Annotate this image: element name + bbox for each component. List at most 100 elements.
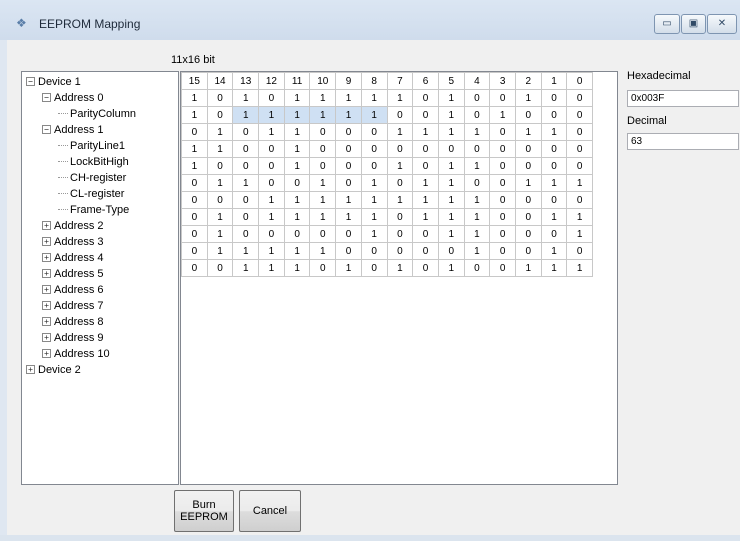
bit-cell[interactable]: 0 bbox=[309, 259, 337, 277]
bit-cell[interactable]: 0 bbox=[412, 225, 439, 243]
bit-cell[interactable]: 1 bbox=[514, 123, 542, 141]
title-bar[interactable]: ❖ EEPROM Mapping ▭ ▣ ✕ bbox=[0, 0, 740, 40]
bit-cell[interactable]: 0 bbox=[566, 191, 593, 209]
bit-cell[interactable]: 0 bbox=[489, 89, 516, 107]
bit-cell[interactable]: 1 bbox=[283, 157, 311, 175]
tree-node[interactable]: + Device 2 bbox=[26, 363, 81, 377]
bit-cell[interactable]: 1 bbox=[206, 208, 234, 226]
bit-cell[interactable]: 1 bbox=[283, 242, 311, 260]
bit-cell[interactable]: 1 bbox=[309, 242, 337, 260]
collapse-icon[interactable]: − bbox=[42, 93, 51, 102]
bit-cell[interactable]: 0 bbox=[463, 174, 491, 192]
bit-cell[interactable]: 0 bbox=[514, 106, 542, 124]
bit-cell[interactable]: 0 bbox=[540, 106, 568, 124]
bit-cell[interactable]: 0 bbox=[412, 157, 439, 175]
bit-cell[interactable]: 0 bbox=[412, 89, 439, 107]
bit-cell[interactable]: 1 bbox=[386, 259, 414, 277]
bit-cell[interactable]: 1 bbox=[309, 106, 337, 124]
bit-cell[interactable]: 1 bbox=[232, 242, 260, 260]
bit-cell[interactable]: 1 bbox=[489, 106, 516, 124]
bit-cell[interactable]: 0 bbox=[463, 89, 491, 107]
bit-cell[interactable]: 0 bbox=[258, 225, 285, 243]
bit-cell[interactable]: 0 bbox=[489, 174, 516, 192]
tree-node[interactable]: + Address 10 bbox=[42, 347, 110, 361]
expand-icon[interactable]: + bbox=[42, 253, 51, 262]
bit-cell[interactable]: 1 bbox=[463, 191, 491, 209]
bit-cell[interactable]: 0 bbox=[309, 140, 337, 158]
table-row[interactable]: 0001111111110000 bbox=[181, 191, 593, 209]
bit-cell[interactable]: 1 bbox=[412, 123, 439, 141]
bit-cell[interactable]: 0 bbox=[335, 140, 362, 158]
bit-cell[interactable]: 1 bbox=[206, 225, 234, 243]
bit-cell[interactable]: 0 bbox=[181, 191, 208, 209]
bit-cell[interactable]: 0 bbox=[360, 123, 388, 141]
close-button[interactable]: ✕ bbox=[707, 14, 737, 34]
bit-cell[interactable]: 1 bbox=[232, 174, 260, 192]
bit-cell[interactable]: 0 bbox=[514, 157, 542, 175]
bit-cell[interactable]: 1 bbox=[283, 191, 311, 209]
bit-cell[interactable]: 0 bbox=[514, 140, 542, 158]
bit-cell[interactable]: 0 bbox=[514, 225, 542, 243]
bit-cell[interactable]: 0 bbox=[540, 89, 568, 107]
bit-cell[interactable]: 0 bbox=[540, 157, 568, 175]
bit-cell[interactable]: 0 bbox=[566, 157, 593, 175]
bit-cell[interactable]: 1 bbox=[206, 242, 234, 260]
bit-cell[interactable]: 0 bbox=[566, 140, 593, 158]
bit-cell[interactable]: 1 bbox=[540, 174, 568, 192]
tree-node[interactable]: − Address 1 bbox=[42, 123, 104, 137]
bit-cell[interactable]: 0 bbox=[181, 225, 208, 243]
burn-eeprom-button[interactable]: Burn EEPROM bbox=[174, 490, 234, 532]
bit-cell[interactable]: 0 bbox=[566, 106, 593, 124]
expand-icon[interactable]: + bbox=[42, 333, 51, 342]
bit-cell[interactable]: 0 bbox=[181, 242, 208, 260]
minimize-button[interactable]: ▭ bbox=[654, 14, 680, 34]
eeprom-tree[interactable]: − Device 1− Address 0 ParityColumn − Address … bbox=[21, 71, 179, 485]
bit-cell[interactable]: 0 bbox=[566, 123, 593, 141]
bit-cell[interactable]: 0 bbox=[360, 242, 388, 260]
table-row[interactable]: 1010111110100100 bbox=[181, 89, 593, 107]
bit-cell[interactable]: 0 bbox=[335, 174, 362, 192]
table-row[interactable]: 0110010101100111 bbox=[181, 174, 593, 192]
bit-cell[interactable]: 1 bbox=[232, 259, 260, 277]
tree-node[interactable]: + Address 5 bbox=[42, 267, 104, 281]
bit-cell[interactable]: 1 bbox=[412, 191, 439, 209]
bit-cell[interactable]: 1 bbox=[514, 89, 542, 107]
bit-cell[interactable]: 1 bbox=[566, 225, 593, 243]
bit-cell[interactable]: 1 bbox=[181, 106, 208, 124]
bit-cell[interactable]: 0 bbox=[489, 123, 516, 141]
bit-cell[interactable]: 0 bbox=[258, 157, 285, 175]
bit-cell[interactable]: 0 bbox=[386, 106, 414, 124]
bit-cell[interactable]: 1 bbox=[437, 106, 465, 124]
tree-node[interactable]: CH-register bbox=[58, 171, 126, 185]
bit-grid[interactable]: 15 14 13 12 11 10 9 8 7 6 5 4 3 2 1 0 1 0 1 0 1 1 1 1 1 0 1 0 0 1 0 0 1 0… bbox=[180, 71, 618, 485]
tree-node[interactable]: Frame-Type bbox=[58, 203, 129, 217]
tree-node[interactable]: + Address 2 bbox=[42, 219, 104, 233]
bit-cell[interactable]: 0 bbox=[566, 242, 593, 260]
bit-cell[interactable]: 1 bbox=[360, 106, 388, 124]
bit-cell[interactable]: 1 bbox=[309, 191, 337, 209]
bit-cell[interactable]: 1 bbox=[258, 208, 285, 226]
bit-cell[interactable]: 1 bbox=[283, 140, 311, 158]
bit-cell[interactable]: 1 bbox=[360, 191, 388, 209]
bit-cell[interactable]: 1 bbox=[309, 89, 337, 107]
expand-icon[interactable]: + bbox=[42, 317, 51, 326]
bit-cell[interactable]: 0 bbox=[514, 191, 542, 209]
bit-cell[interactable]: 1 bbox=[437, 259, 465, 277]
bit-cell[interactable]: 1 bbox=[335, 89, 362, 107]
bit-cell[interactable]: 0 bbox=[335, 242, 362, 260]
bit-cell[interactable]: 1 bbox=[360, 174, 388, 192]
bit-cell[interactable]: 0 bbox=[360, 140, 388, 158]
bit-cell[interactable]: 0 bbox=[412, 140, 439, 158]
bit-cell[interactable]: 1 bbox=[181, 140, 208, 158]
bit-cell[interactable]: 0 bbox=[386, 140, 414, 158]
tree-node[interactable]: − Device 1 bbox=[26, 75, 81, 89]
bit-cell[interactable]: 0 bbox=[232, 157, 260, 175]
bit-cell[interactable]: 1 bbox=[335, 259, 362, 277]
bit-cell[interactable]: 0 bbox=[258, 174, 285, 192]
bit-cell[interactable]: 1 bbox=[514, 259, 542, 277]
bit-cell[interactable]: 0 bbox=[258, 140, 285, 158]
expand-icon[interactable]: + bbox=[42, 285, 51, 294]
bit-cell[interactable]: 0 bbox=[309, 123, 337, 141]
bit-cell[interactable]: 1 bbox=[463, 157, 491, 175]
bit-cell[interactable]: 0 bbox=[540, 140, 568, 158]
